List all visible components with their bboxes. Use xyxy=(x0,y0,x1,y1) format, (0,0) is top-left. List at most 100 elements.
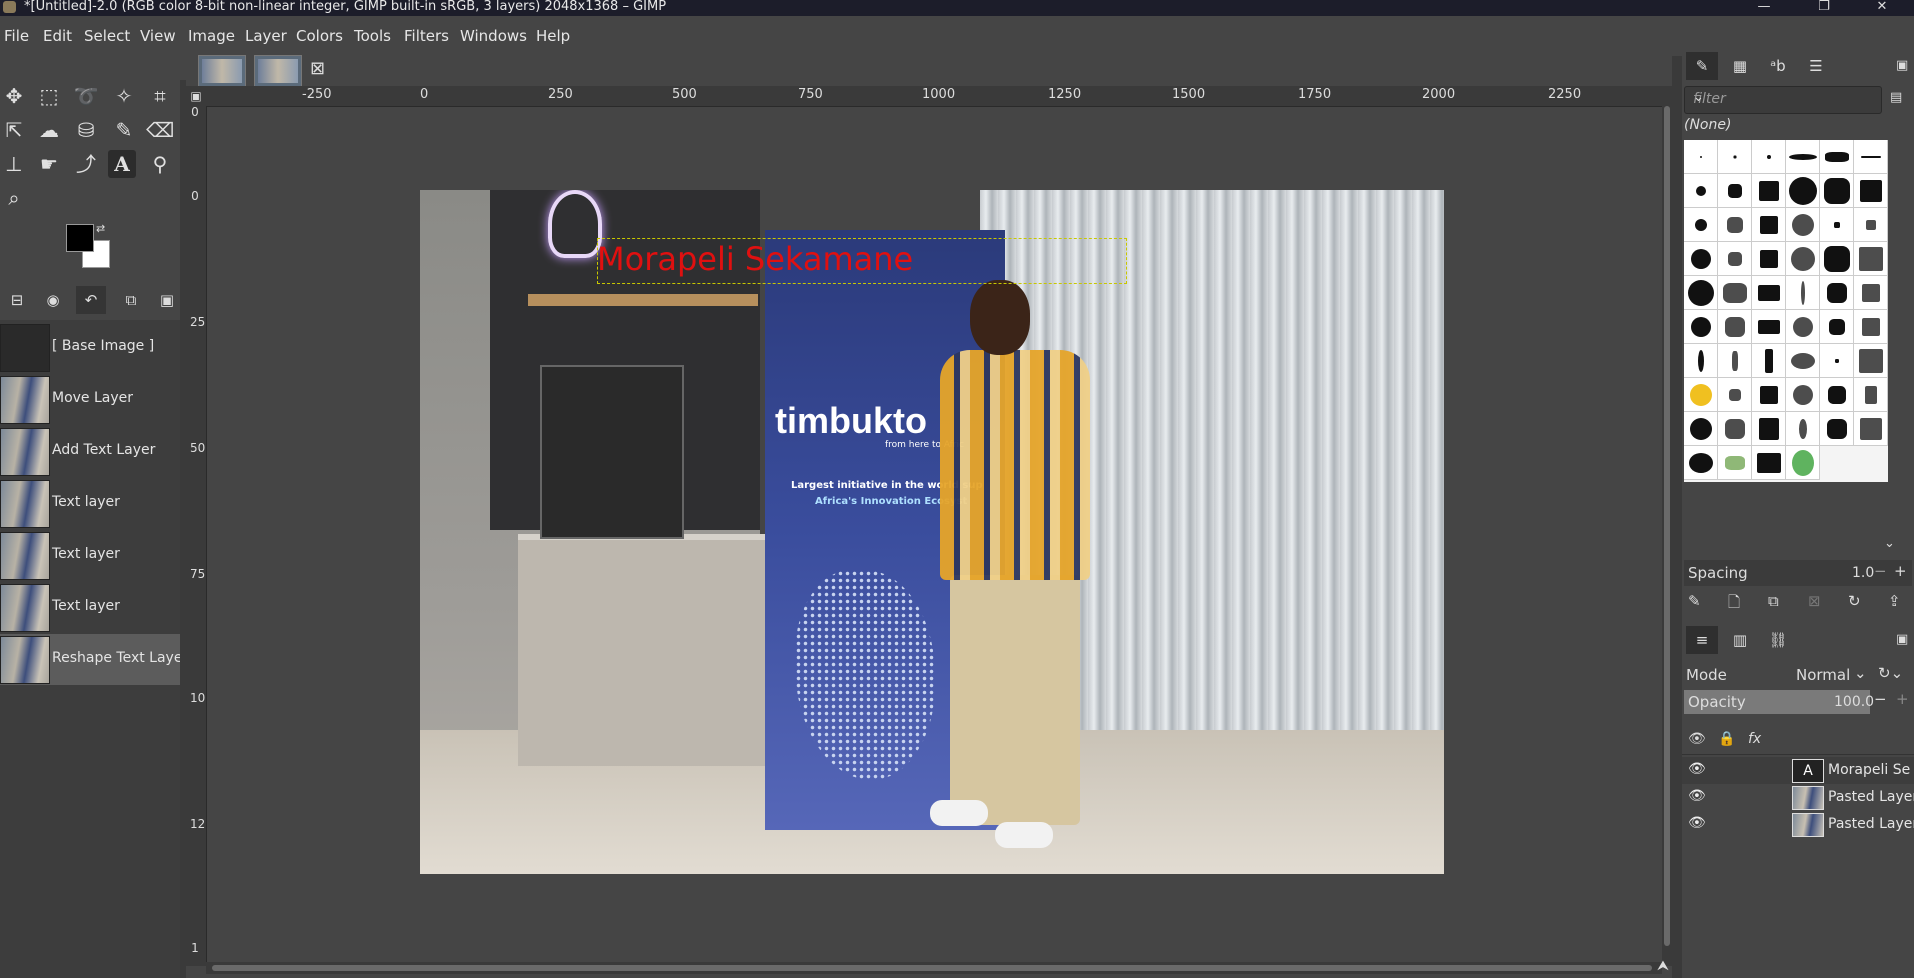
device-status-tab[interactable]: ◉ xyxy=(38,286,68,314)
brush-swatch[interactable] xyxy=(1820,378,1854,412)
brush-grid[interactable] xyxy=(1684,140,1888,482)
color-picker-tool[interactable]: ⚲ xyxy=(146,150,174,178)
warp-tool[interactable]: ☁ xyxy=(35,116,63,144)
brush-swatch[interactable] xyxy=(1718,174,1752,208)
menu-edit[interactable]: Edit xyxy=(43,27,72,45)
brush-swatch[interactable] xyxy=(1752,446,1786,480)
edit-brush-icon[interactable]: ✎ xyxy=(1688,592,1701,610)
composite-mode-icon[interactable]: ↻⌄ xyxy=(1878,664,1903,682)
smudge-tool[interactable]: ☛ xyxy=(35,150,63,178)
rect-select-tool[interactable]: ⬚ xyxy=(35,82,63,110)
eye-icon[interactable]: 👁 xyxy=(1688,815,1706,831)
menu-tools[interactable]: Tools xyxy=(354,27,391,45)
images-tab[interactable]: ⧉ xyxy=(116,286,146,314)
brush-swatch[interactable] xyxy=(1854,242,1888,276)
move-tool[interactable]: ✥ xyxy=(0,82,28,110)
brush-swatch[interactable] xyxy=(1684,276,1718,310)
brush-swatch[interactable] xyxy=(1752,174,1786,208)
fuzzy-select-tool[interactable]: ✧ xyxy=(110,82,138,110)
tool-options-tab[interactable]: ⊟ xyxy=(2,286,32,314)
close-image-tab-icon[interactable]: ⊠ xyxy=(310,58,325,79)
brush-filter-input[interactable]: filter ⌄ xyxy=(1684,86,1882,114)
brush-swatch[interactable] xyxy=(1718,208,1752,242)
brush-swatch[interactable] xyxy=(1786,174,1820,208)
brush-swatch[interactable] xyxy=(1786,344,1820,378)
brush-swatch[interactable] xyxy=(1820,276,1854,310)
clone-tool[interactable]: ⊥ xyxy=(0,150,28,178)
increment-icon[interactable]: + xyxy=(1896,690,1909,708)
brush-swatch[interactable] xyxy=(1684,446,1718,480)
brush-swatch[interactable] xyxy=(1820,412,1854,446)
brush-swatch[interactable] xyxy=(1718,412,1752,446)
vertical-scrollbar[interactable] xyxy=(1662,86,1672,966)
brush-swatch[interactable] xyxy=(1684,412,1718,446)
brush-swatch[interactable] xyxy=(1786,446,1820,480)
brush-swatch[interactable] xyxy=(1820,242,1854,276)
menu-layer[interactable]: Layer xyxy=(245,27,287,45)
menu-colors[interactable]: Colors xyxy=(296,27,343,45)
layer-row[interactable]: 👁 A Morapeli Se xyxy=(1682,757,1914,784)
brush-swatch[interactable] xyxy=(1752,276,1786,310)
horizontal-scrollbar-thumb[interactable] xyxy=(212,965,1652,971)
vertical-scrollbar-thumb[interactable] xyxy=(1664,106,1670,946)
layer-row[interactable]: 👁 Pasted Layer xyxy=(1682,811,1914,838)
brush-swatch[interactable] xyxy=(1786,276,1820,310)
brush-swatch[interactable] xyxy=(1718,344,1752,378)
brush-swatch[interactable] xyxy=(1752,140,1786,174)
brush-swatch[interactable] xyxy=(1718,242,1752,276)
layer-row[interactable]: 👁 Pasted Layer xyxy=(1682,784,1914,811)
quick-mask-corner-icon[interactable]: ▣ xyxy=(186,86,206,106)
foreground-color-swatch[interactable] xyxy=(66,224,94,252)
eraser-tool[interactable]: ⌫ xyxy=(146,116,174,144)
brush-swatch[interactable] xyxy=(1752,344,1786,378)
brush-swatch[interactable] xyxy=(1820,344,1854,378)
eye-icon[interactable]: 👁 xyxy=(1688,788,1706,804)
brush-swatch[interactable] xyxy=(1786,378,1820,412)
brush-swatch[interactable] xyxy=(1684,310,1718,344)
menu-select[interactable]: Select xyxy=(84,27,130,45)
brushes-tab[interactable]: ✎ xyxy=(1686,52,1718,80)
crop-tool[interactable]: ⌗ xyxy=(146,82,174,110)
history-item[interactable]: Text layer xyxy=(0,530,180,581)
brush-swatch[interactable] xyxy=(1752,412,1786,446)
history-item[interactable]: Add Text Layer xyxy=(0,426,180,477)
brush-swatch[interactable] xyxy=(1786,242,1820,276)
bucket-fill-tool[interactable]: ⛁ xyxy=(72,116,100,144)
brush-swatch[interactable] xyxy=(1786,208,1820,242)
swap-colors-icon[interactable]: ⇄ xyxy=(96,222,105,235)
brush-swatch[interactable] xyxy=(1684,140,1718,174)
history-item[interactable]: [ Base Image ] xyxy=(0,322,180,373)
horizontal-ruler[interactable]: -250 0 250 500 750 1000 1250 1500 1750 2… xyxy=(206,86,1662,107)
brush-swatch[interactable] xyxy=(1752,378,1786,412)
menu-image[interactable]: Image xyxy=(188,27,235,45)
restore-button[interactable]: ❐ xyxy=(1802,0,1846,16)
brush-swatch[interactable] xyxy=(1854,174,1888,208)
paths-tab[interactable]: ⛓ xyxy=(1762,626,1794,654)
vertical-ruler[interactable]: 0 0 250 500 750 1000 1250 1 xyxy=(186,106,207,966)
tag-menu-icon[interactable]: ▤ xyxy=(1890,90,1902,105)
brush-swatch[interactable] xyxy=(1854,310,1888,344)
transform-tool[interactable]: ⇱ xyxy=(0,116,28,144)
decrement-icon[interactable]: − xyxy=(1874,690,1887,708)
brush-swatch[interactable] xyxy=(1752,310,1786,344)
history-item[interactable]: Move Layer xyxy=(0,374,180,425)
menu-filters[interactable]: Filters xyxy=(404,27,449,45)
horizontal-scrollbar[interactable] xyxy=(206,962,1662,974)
brush-swatch[interactable] xyxy=(1684,174,1718,208)
history-item[interactable]: Text layer xyxy=(0,582,180,633)
brush-swatch[interactable] xyxy=(1718,446,1752,480)
brush-swatch[interactable] xyxy=(1854,378,1888,412)
close-window-button[interactable]: ✕ xyxy=(1860,0,1904,16)
brush-swatch[interactable] xyxy=(1854,208,1888,242)
paths-tool[interactable]: ⤴ xyxy=(72,150,100,178)
text-layer-content[interactable]: Morapeli Sekamane xyxy=(597,240,913,278)
lasso-tool[interactable]: ➰ xyxy=(72,82,100,110)
delete-brush-icon[interactable]: ⊠ xyxy=(1808,592,1821,610)
right-dock-separator[interactable] xyxy=(1672,56,1682,978)
refresh-brushes-icon[interactable]: ↻ xyxy=(1848,592,1861,610)
configure-tab[interactable]: ▣ xyxy=(152,286,182,314)
brush-swatch[interactable] xyxy=(1854,344,1888,378)
brush-swatch[interactable] xyxy=(1752,208,1786,242)
minimize-button[interactable]: — xyxy=(1742,0,1786,16)
eye-icon[interactable]: 👁 xyxy=(1688,761,1706,777)
